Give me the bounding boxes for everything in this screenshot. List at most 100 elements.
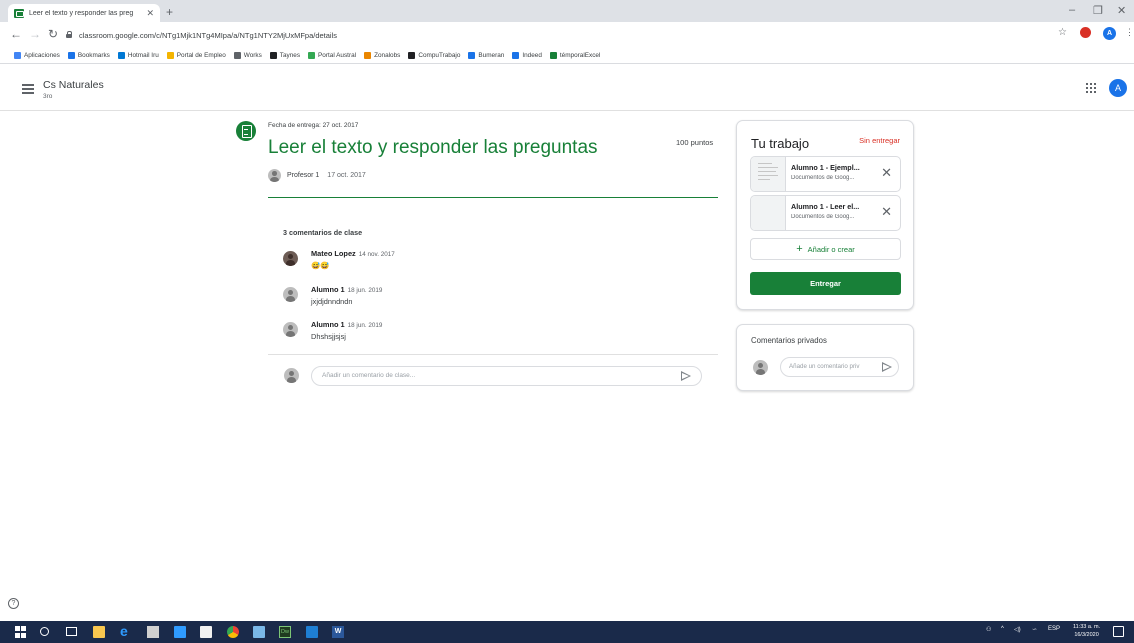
- minimize-icon[interactable]: –: [1069, 4, 1075, 16]
- remove-attachment-icon[interactable]: ✕: [881, 166, 892, 179]
- input-language[interactable]: ESP: [1048, 626, 1060, 632]
- bookmark-label: Portal de Empleo: [176, 52, 226, 59]
- edge-icon[interactable]: e: [120, 623, 132, 639]
- bookmark-label: Bumeran: [478, 52, 505, 59]
- current-user-avatar: [284, 368, 299, 383]
- store-icon[interactable]: [174, 626, 186, 638]
- work-status: Sin entregar: [859, 136, 900, 145]
- send-icon[interactable]: [681, 371, 691, 381]
- course-section: 3ro: [43, 93, 53, 100]
- windows-start-icon[interactable]: [15, 626, 27, 638]
- bookmark-item[interactable]: Taynes: [269, 52, 300, 59]
- bookmark-item[interactable]: CompuTrabajo: [408, 52, 460, 59]
- restore-icon[interactable]: ❐: [1093, 4, 1103, 17]
- new-tab-icon[interactable]: +: [166, 5, 173, 19]
- bookmark-item[interactable]: Zonalobs: [364, 52, 400, 59]
- remove-attachment-icon[interactable]: ✕: [881, 205, 892, 218]
- reload-icon[interactable]: ↻: [48, 27, 58, 41]
- bookmark-label: Zonalobs: [374, 52, 401, 59]
- help-icon[interactable]: ?: [8, 598, 19, 609]
- private-comment-box[interactable]: [780, 357, 899, 377]
- attachment-title: Alumno 1 - Ejempl...: [791, 163, 860, 172]
- your-work-title: Tu trabajo: [751, 136, 810, 151]
- extension-icon[interactable]: [1080, 27, 1091, 38]
- menu-icon[interactable]: [22, 84, 34, 94]
- bookmarks-bar: Aplicaciones Bookmarks Hotmail Iru Portal d…: [0, 48, 1134, 64]
- b-icon: [468, 52, 476, 59]
- bookmark-item[interactable]: Hotmail Iru: [117, 52, 159, 59]
- attachment-item[interactable]: Alumno 1 - Leer el... Documentos de Goog…: [750, 195, 901, 231]
- notifications-icon[interactable]: [1113, 626, 1124, 637]
- app-icon[interactable]: [306, 626, 318, 638]
- class-comment-input[interactable]: [322, 372, 662, 379]
- browser-tab[interactable]: Leer el texto y responder las preg ✕: [8, 4, 160, 22]
- course-title[interactable]: Cs Naturales: [43, 79, 104, 91]
- people-icon[interactable]: ⚇: [986, 626, 991, 633]
- private-comments-title: Comentarios privados: [751, 336, 827, 345]
- bookmark-item[interactable]: Bumeran: [468, 52, 504, 59]
- bookmark-item[interactable]: Bookmarks: [67, 52, 110, 59]
- refresh-icon: [549, 52, 557, 59]
- bookmark-item[interactable]: Indeed: [512, 52, 542, 59]
- windows-taskbar: e Dw W ⚇ ^ ◁) ∽ ESP 11:33 a. m. 16/3/202…: [0, 621, 1134, 643]
- bookmark-item[interactable]: témporalExcel: [549, 52, 600, 59]
- private-commenter-avatar: [753, 360, 768, 375]
- class-comments-header[interactable]: 3 comentarios de clase: [283, 228, 362, 237]
- search-icon[interactable]: [40, 627, 49, 636]
- bag-icon[interactable]: [200, 626, 212, 638]
- bookmark-label: CompuTrabajo: [418, 52, 461, 59]
- account-avatar[interactable]: A: [1109, 79, 1127, 97]
- dreamweaver-icon[interactable]: Dw: [279, 626, 291, 638]
- turn-in-button[interactable]: Entregar: [750, 272, 901, 295]
- volume-icon[interactable]: ◁): [1014, 626, 1021, 633]
- window-close-icon[interactable]: ✕: [1117, 4, 1126, 17]
- comment-author: Alumno 1: [311, 285, 345, 294]
- bookmark-label: Aplicaciones: [24, 52, 60, 59]
- profile-avatar[interactable]: A: [1103, 27, 1116, 40]
- chrome-icon[interactable]: [227, 626, 239, 638]
- private-comments-card: Comentarios privados: [736, 324, 914, 391]
- plus-icon: +: [796, 243, 803, 255]
- teacher-avatar-icon: [268, 169, 281, 182]
- comment-item: Alumno 1 18 jun. 2019 Dhshsjjsjsj: [283, 320, 683, 346]
- add-or-create-button[interactable]: + Añadir o crear: [750, 238, 901, 260]
- tab-close-icon[interactable]: ✕: [146, 8, 154, 19]
- browser-menu-icon[interactable]: ⋮: [1125, 27, 1134, 38]
- bookmark-item[interactable]: Works: [233, 52, 262, 59]
- bookmark-label: Portal Austral: [318, 52, 357, 59]
- comment-date: 18 jun. 2019: [347, 287, 383, 294]
- bookmark-label: Bookmarks: [77, 52, 110, 59]
- forward-icon[interactable]: →: [29, 27, 41, 41]
- comment-meta: Mateo Lopez 14 nov. 2017: [311, 249, 395, 258]
- attachment-title: Alumno 1 - Leer el...: [791, 202, 860, 211]
- assignment-title: Leer el texto y responder las preguntas: [268, 137, 598, 158]
- private-comment-input[interactable]: [789, 363, 877, 370]
- task-view-icon[interactable]: [66, 627, 77, 636]
- commenter-avatar: [283, 287, 298, 302]
- browser-toolbar: ← → ↻ classroom.google.com/c/NTg1Mjk1NTg…: [0, 22, 1134, 48]
- attachment-item[interactable]: Alumno 1 - Ejempl... Documentos de Goog.…: [750, 156, 901, 192]
- taskbar-clock[interactable]: 11:33 a. m. 16/3/2020: [1073, 623, 1100, 639]
- bookmark-item[interactable]: Portal de Empleo: [166, 52, 226, 59]
- posted-date: 17 oct. 2017: [327, 172, 366, 179]
- bookmark-star-icon[interactable]: ☆: [1058, 27, 1067, 38]
- comment-author: Mateo Lopez: [311, 249, 356, 258]
- file-explorer-icon[interactable]: [93, 626, 105, 638]
- send-icon[interactable]: [882, 362, 892, 372]
- class-comment-box[interactable]: [311, 366, 702, 386]
- calculator-icon[interactable]: [147, 626, 159, 638]
- commenter-avatar: [283, 322, 298, 337]
- lock-icon: [66, 31, 73, 39]
- tray-chevron-icon[interactable]: ^: [1001, 626, 1004, 632]
- word-icon[interactable]: W: [332, 626, 344, 638]
- network-icon[interactable]: ∽: [1032, 626, 1037, 633]
- clock-time: 11:33 a. m.: [1073, 624, 1101, 630]
- bookmark-item[interactable]: Portal Austral: [308, 52, 356, 59]
- photos-icon[interactable]: [253, 626, 265, 638]
- back-icon[interactable]: ←: [10, 27, 22, 41]
- teacher-line: Profesor 1 17 oct. 2017: [268, 169, 366, 182]
- attachment-subtitle: Documentos de Goog...: [791, 214, 855, 220]
- address-bar[interactable]: classroom.google.com/c/NTg1Mjk1NTg4MIpa/…: [66, 26, 1046, 44]
- google-apps-icon[interactable]: [1086, 83, 1096, 93]
- bookmark-item[interactable]: Aplicaciones: [14, 52, 60, 59]
